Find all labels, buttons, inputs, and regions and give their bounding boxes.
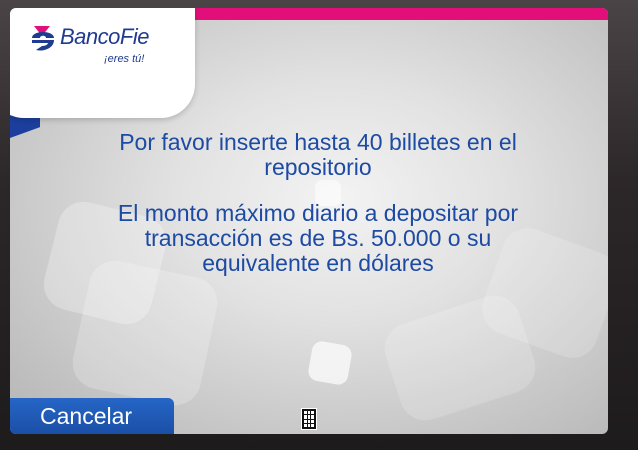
brand-name-part2: Fie [119,24,150,49]
brand-accent-bar [178,8,608,20]
instruction-message: Por favor inserte hasta 40 billetes en e… [110,130,526,297]
bank-logo: BancoFie ¡eres tú! [28,20,188,70]
bancofie-logo-icon [32,26,54,51]
instruction-line-1: Por favor inserte hasta 40 billetes en e… [119,129,517,180]
brand-tagline: ¡eres tú! [104,53,145,65]
instruction-line-2: El monto máximo diario a depositar por t… [117,200,519,276]
cancel-button[interactable]: Cancelar [10,398,174,434]
keypad-icon [301,408,317,430]
decorative-shape [306,339,354,387]
atm-screen: BancoFie ¡eres tú! Por favor inserte has… [10,8,608,434]
brand-name-part1: Banco [60,24,120,49]
brand-name: BancoFie [60,24,149,50]
